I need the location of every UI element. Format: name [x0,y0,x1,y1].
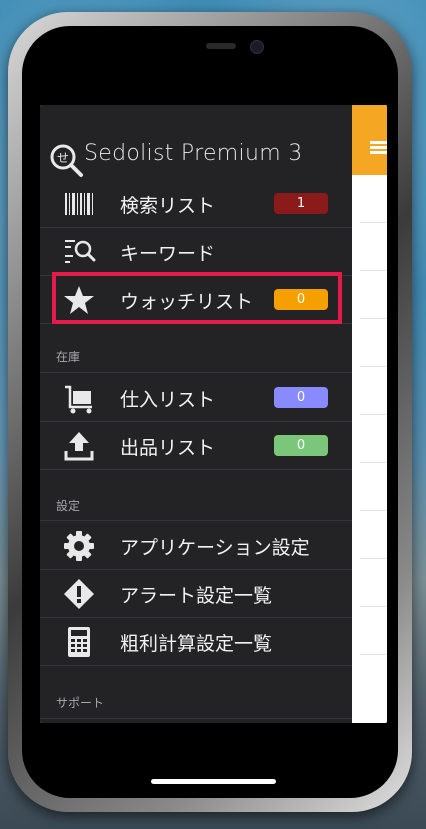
menu-item-search-list[interactable]: 検索リスト 1 [40,179,352,228]
list-divider [360,510,387,511]
gear-icon [64,531,94,561]
app-screen: せ Sedolist Premium 3 検索リスト 1 キーワード ウォッチリ… [40,105,387,723]
list-divider [360,318,387,319]
menu-item-alert-settings[interactable]: アラート設定一覧 [40,569,352,618]
app-logo-icon: せ [50,144,83,177]
app-title: Sedolist Premium 3 [84,141,303,166]
keyword-search-icon [65,240,96,263]
home-indicator[interactable] [151,779,276,784]
menu-item-keyword[interactable]: キーワード [40,227,352,276]
count-badge: 1 [274,193,328,214]
section-label-settings: 設定 [56,499,81,513]
side-drawer: せ Sedolist Premium 3 検索リスト 1 キーワード ウォッチリ… [40,105,352,723]
main-content-peek[interactable] [352,105,387,723]
list-divider [360,366,387,367]
count-badge: 0 [274,387,328,408]
section-label-inventory: 在庫 [56,350,81,364]
app-header: せ Sedolist Premium 3 [40,105,352,177]
highlight-annotation [52,272,342,324]
menu-item-purchase-list[interactable]: 仕入リスト 0 [40,373,352,422]
main-header [352,105,387,175]
calculator-icon [68,627,90,657]
section-label-support: サポート [56,696,105,710]
barcode-icon [65,193,93,215]
front-camera [250,40,264,54]
section-divider [40,718,352,719]
menu-item-label: 出品リスト [120,437,216,459]
count-badge: 0 [274,435,328,456]
cart-icon [65,385,92,414]
menu-item-label: 検索リスト [120,195,216,217]
list-divider [360,414,387,415]
menu-item-listing-list[interactable]: 出品リスト 0 [40,421,352,470]
list-divider [360,606,387,607]
warning-icon [64,579,94,609]
hamburger-menu-icon[interactable] [370,141,387,155]
list-divider [360,270,387,271]
speaker-grille [206,43,236,49]
list-divider [360,222,387,223]
menu-item-profit-settings[interactable]: 粗利計算設定一覧 [40,617,352,666]
menu-item-label: アラート設定一覧 [120,585,273,607]
menu-item-label: キーワード [120,243,216,265]
menu-item-label: 粗利計算設定一覧 [120,633,273,655]
menu-item-label: アプリケーション設定 [120,537,310,559]
list-divider [360,462,387,463]
list-divider [360,558,387,559]
svg-text:せ: せ [57,151,69,165]
upload-icon [64,432,94,461]
list-divider [360,654,387,655]
menu-item-label: 仕入リスト [120,389,216,411]
menu-item-app-settings[interactable]: アプリケーション設定 [40,521,352,570]
